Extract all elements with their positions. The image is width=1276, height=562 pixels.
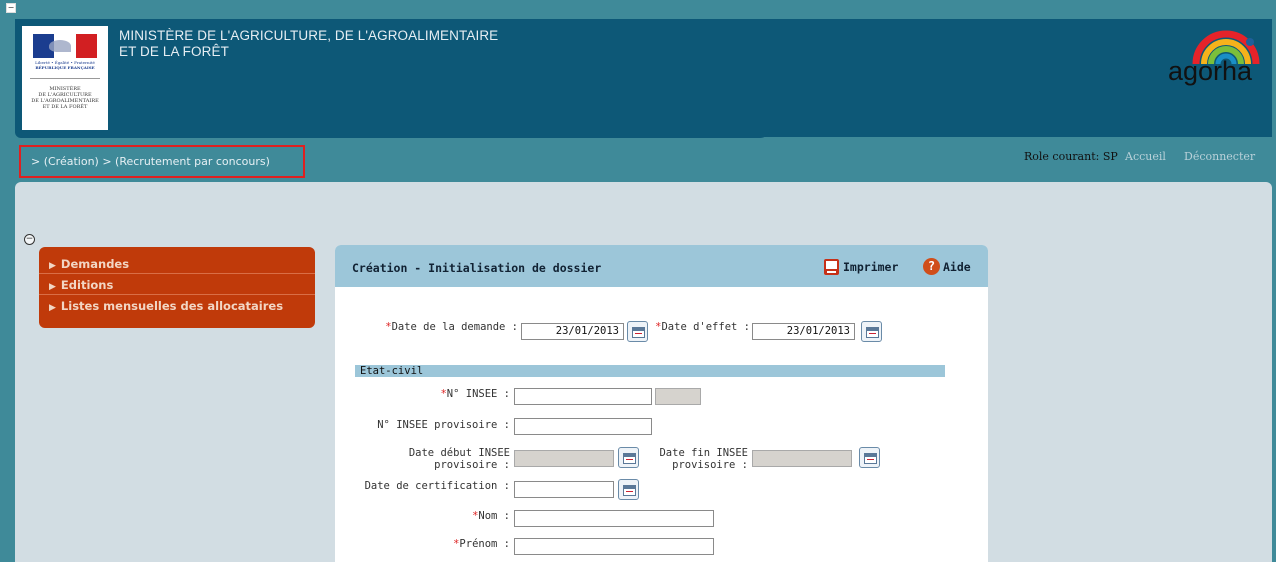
print-button[interactable]: Imprimer xyxy=(823,258,898,276)
panel-header: Création - Initialisation de dossier Imp… xyxy=(335,245,988,287)
republic-logo: Liberté • Égalité • Fraternité RÉPUBLIQU… xyxy=(22,26,108,130)
prenom-label: *Prénom : xyxy=(453,538,510,550)
date-fin-insee-label: Date fin INSEE provisoire : xyxy=(659,447,748,471)
collapse-icon[interactable]: − xyxy=(6,3,16,13)
menu-item-demandes[interactable]: ▶ Demandes xyxy=(39,254,315,274)
calendar-icon[interactable] xyxy=(627,321,648,342)
insee-input[interactable] xyxy=(514,388,652,405)
date-certification-input[interactable] xyxy=(514,481,614,498)
form-panel: Création - Initialisation de dossier Imp… xyxy=(335,245,988,562)
home-link[interactable]: Accueil xyxy=(1125,150,1166,163)
logo-ministry-text: MINISTÈRE DE L'AGRICULTURE DE L'AGROALIM… xyxy=(31,86,99,110)
prenom-input[interactable] xyxy=(514,538,714,555)
current-role: Role courant: SP xyxy=(1024,150,1118,163)
insee-provisoire-input[interactable] xyxy=(514,418,652,435)
date-certification-label: Date de certification : xyxy=(364,480,510,492)
nom-label: *Nom : xyxy=(472,510,510,522)
breadcrumb[interactable]: > (Création) > (Recrutement par concours… xyxy=(19,145,305,178)
date-demande-label: *Date de la demande : xyxy=(385,321,518,333)
collapse-icon[interactable]: − xyxy=(24,234,35,245)
date-effet-input[interactable]: 23/01/2013 xyxy=(752,323,855,340)
ministry-title: MINISTÈRE DE L'AGRICULTURE, DE L'AGROALI… xyxy=(119,28,499,59)
nom-input[interactable] xyxy=(514,510,714,527)
triangle-right-icon: ▶ xyxy=(49,303,56,313)
header-tab xyxy=(15,118,770,138)
calendar-icon[interactable] xyxy=(618,479,639,500)
insee-label: *N° INSEE : xyxy=(440,388,510,400)
calendar-icon[interactable] xyxy=(861,321,882,342)
calendar-icon[interactable] xyxy=(859,447,880,468)
date-effet-label: *Date d'effet : xyxy=(655,321,750,333)
marianne-flag-icon xyxy=(33,34,97,58)
section-etat-civil: Etat-civil xyxy=(355,365,945,377)
side-menu: ▶ Demandes ▶ Editions ▶ Listes mensuelles d… xyxy=(39,247,315,328)
agorha-logo[interactable]: agorha xyxy=(1166,26,1266,98)
insee-provisoire-label: N° INSEE provisoire : xyxy=(377,419,510,431)
help-button[interactable]: ? Aide xyxy=(923,258,971,276)
date-fin-insee-input xyxy=(752,450,852,467)
calendar-icon[interactable] xyxy=(618,447,639,468)
date-debut-insee-input xyxy=(514,450,614,467)
menu-item-listes-mensuelles[interactable]: ▶ Listes mensuelles des allocataires xyxy=(39,296,315,316)
panel-title: Création - Initialisation de dossier xyxy=(352,261,602,275)
date-debut-insee-label: Date début INSEE provisoire : xyxy=(408,447,510,471)
menu-item-editions[interactable]: ▶ Editions xyxy=(39,275,315,295)
help-icon: ? xyxy=(923,258,940,275)
logout-link[interactable]: Déconnecter xyxy=(1184,150,1255,163)
date-demande-input[interactable]: 23/01/2013 xyxy=(521,323,624,340)
triangle-right-icon: ▶ xyxy=(49,282,56,292)
triangle-right-icon: ▶ xyxy=(49,261,56,271)
insee-key-input xyxy=(655,388,701,405)
pdf-icon xyxy=(823,258,840,276)
